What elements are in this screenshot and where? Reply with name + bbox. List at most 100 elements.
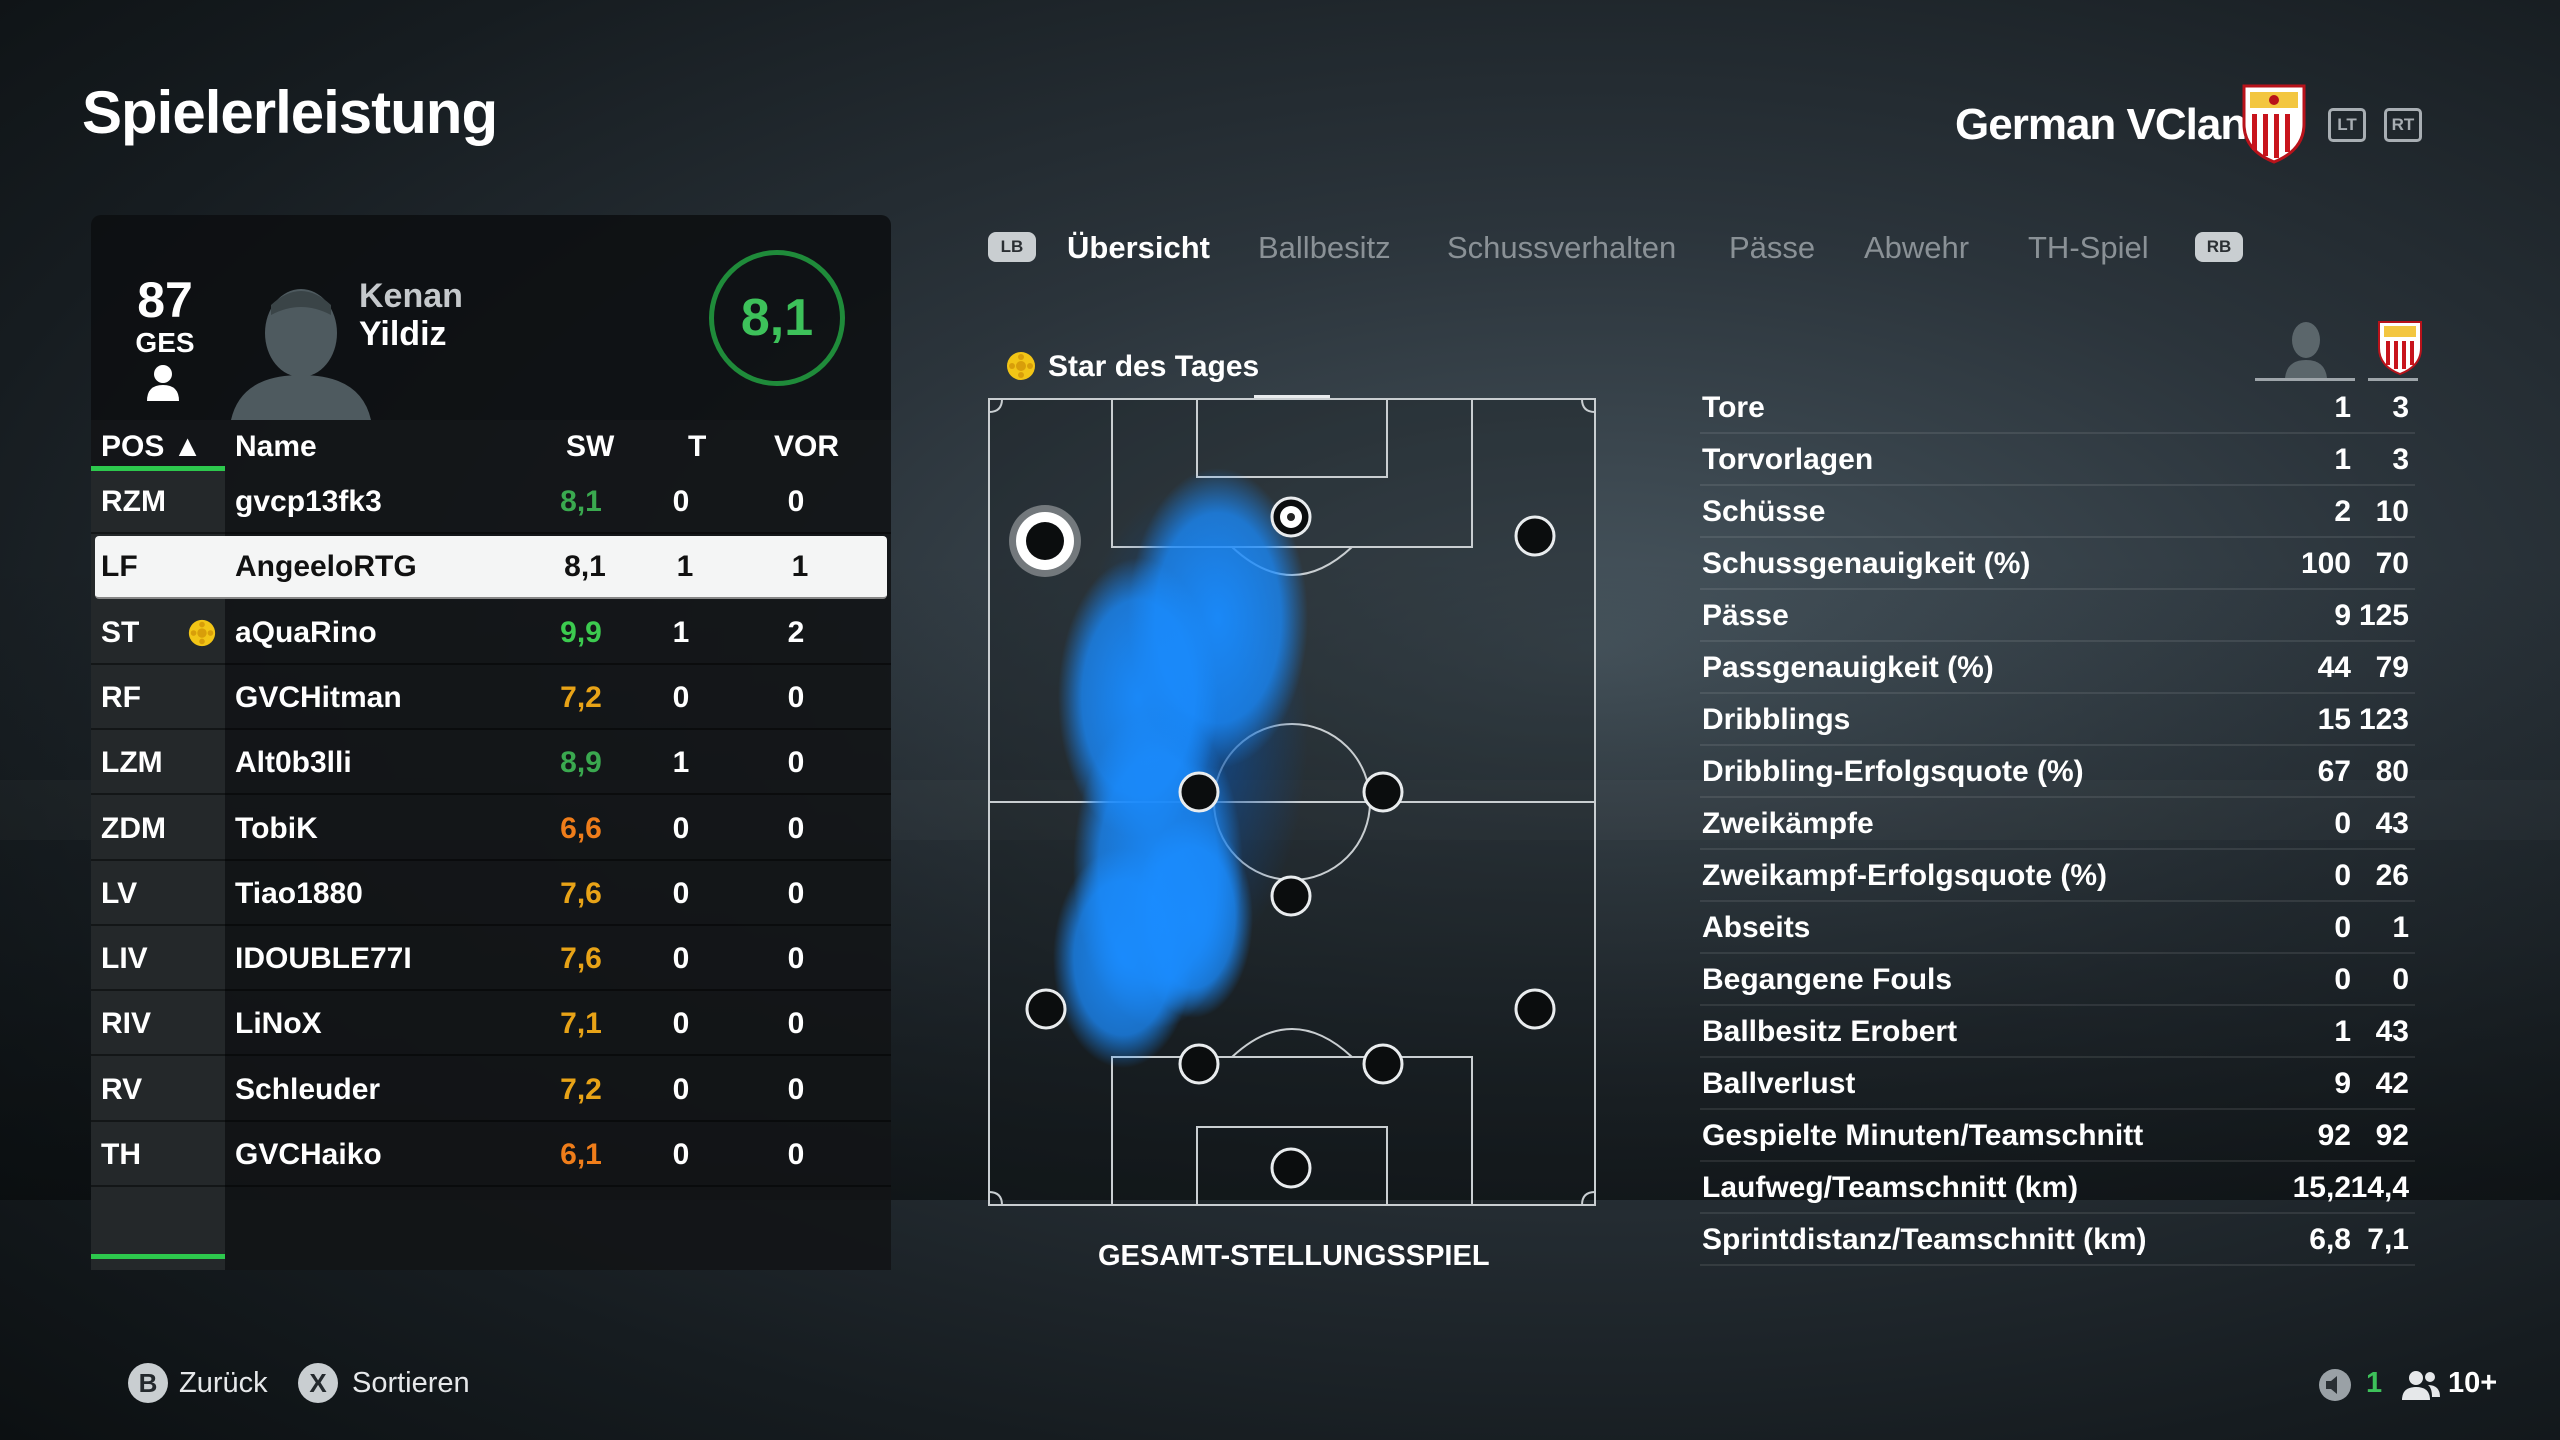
row-goals: 0 — [672, 876, 690, 910]
row-goals: 0 — [672, 1007, 690, 1041]
row-player-name: IDOUBLE77I — [235, 942, 412, 976]
row-position: RV — [101, 1072, 143, 1106]
positioning-heatmap-pitch — [988, 398, 1596, 1206]
speaker-muted-icon — [2319, 1369, 2351, 1401]
sort-label[interactable]: Sortieren — [352, 1367, 470, 1400]
header-t[interactable]: T — [688, 430, 706, 464]
row-assists: 0 — [787, 811, 805, 845]
header-vor[interactable]: VOR — [774, 430, 839, 464]
stat-team-value: 43 — [2375, 1015, 2409, 1048]
table-row[interactable]: RV Schleuder 7,2 0 0 — [91, 1059, 891, 1122]
row-assists: 0 — [787, 876, 805, 910]
row-position: RF — [101, 680, 141, 714]
stat-team-value: 1 — [2392, 911, 2409, 944]
lt-button[interactable]: LT — [2328, 108, 2366, 142]
row-rating: 6,6 — [560, 811, 602, 845]
row-position: RZM — [101, 485, 166, 518]
row-player-name: Schleuder — [235, 1072, 381, 1106]
stat-team-value: 0 — [2392, 963, 2409, 996]
player-table: POS ▲ Name SW T VOR RZM gvcp13fk3 8,1 0 0 LF A… — [91, 420, 891, 1270]
stat-label: Tore — [1702, 391, 1765, 424]
table-row[interactable]: LF AngeeloRTG 8,1 1 1 — [95, 536, 887, 600]
party-icon — [2402, 1371, 2440, 1400]
table-row[interactable]: LV Tiao1880 7,6 0 0 — [91, 863, 891, 926]
row-player-name: TobiK — [235, 811, 318, 845]
row-rating: 8,9 — [560, 746, 602, 780]
row-goals: 0 — [672, 942, 690, 976]
back-label[interactable]: Zurück — [179, 1367, 268, 1400]
table-bottom-indicator — [91, 1254, 225, 1259]
player-avatar — [231, 289, 371, 420]
tab-uebersicht[interactable]: Übersicht — [1067, 230, 1210, 266]
header-name[interactable]: Name — [235, 430, 317, 464]
stat-team-value: 26 — [2375, 859, 2409, 892]
stat-player-value: 0 — [2334, 963, 2351, 996]
tab-abwehr[interactable]: Abwehr — [1864, 230, 1969, 266]
player-column-icon — [2285, 322, 2327, 378]
stat-label: Dribblings — [1702, 703, 1851, 736]
stat-player-value: 1 — [2334, 1015, 2351, 1048]
stat-label: Ballverlust — [1702, 1067, 1856, 1100]
tab-schussverhalten[interactable]: Schussverhalten — [1447, 230, 1676, 266]
row-position: LF — [101, 550, 138, 584]
stat-row: Passgenauigkeit (%) 44 79 — [1700, 642, 2415, 694]
header-pos[interactable]: POS ▲ — [101, 430, 202, 464]
stat-row: Torvorlagen 1 3 — [1700, 434, 2415, 486]
table-row[interactable]: LIV IDOUBLE77I 7,6 0 0 — [91, 928, 891, 992]
header-sw[interactable]: SW — [566, 430, 614, 464]
lb-button[interactable]: LB — [988, 232, 1036, 262]
stat-team-value: 92 — [2375, 1119, 2409, 1152]
table-row[interactable]: TH GVCHaiko 6,1 0 0 — [91, 1124, 891, 1187]
row-player-name: GVCHaiko — [235, 1138, 382, 1171]
row-assists: 2 — [787, 615, 805, 649]
stat-row: Laufweg/Teamschnitt (km) 15,2 14,4 — [1700, 1162, 2415, 1214]
table-row[interactable]: RF GVCHitman 7,2 0 0 — [91, 667, 891, 730]
row-rating: 7,2 — [560, 680, 602, 714]
rb-button[interactable]: RB — [2195, 232, 2243, 262]
stat-player-value: 0 — [2334, 807, 2351, 840]
row-rating: 6,1 — [560, 1138, 602, 1171]
row-position: LV — [101, 876, 138, 910]
pitch-title: Star des Tages — [1048, 350, 1260, 383]
table-row[interactable]: RZM gvcp13fk3 8,1 0 0 — [91, 471, 891, 534]
row-goals: 0 — [672, 485, 690, 518]
stat-label: Torvorlagen — [1702, 443, 1874, 476]
row-rating: 7,6 — [560, 942, 602, 976]
back-button[interactable]: B — [128, 1363, 168, 1403]
stat-label: Passgenauigkeit (%) — [1702, 651, 1994, 684]
stat-team-value: 79 — [2375, 651, 2409, 684]
table-row[interactable]: ZDM TobiK 6,6 0 0 — [91, 798, 891, 861]
table-row[interactable]: LZM Alt0b3lli 8,9 1 0 — [91, 732, 891, 796]
row-rating: 7,6 — [560, 876, 602, 910]
row-assists: 0 — [787, 485, 805, 518]
table-row[interactable]: RIV LiNoX 7,1 0 0 — [91, 993, 891, 1057]
table-row[interactable]: ST aQuaRino 9,9 1 2 — [91, 602, 891, 665]
stat-label: Pässe — [1702, 599, 1789, 632]
tab-ballbesitz[interactable]: Ballbesitz — [1258, 230, 1391, 266]
player-match-score: 8,1 — [709, 250, 845, 386]
sort-button[interactable]: X — [298, 1363, 338, 1403]
stat-row: Schüsse 2 10 — [1700, 486, 2415, 538]
stat-team-value: 42 — [2375, 1067, 2409, 1100]
tab-paesse[interactable]: Pässe — [1729, 230, 1815, 266]
pitch-caption: GESAMT-STELLUNGSSPIEL — [1098, 1240, 1490, 1272]
stat-player-value: 15 — [2317, 703, 2351, 736]
player-overall-label: GES — [135, 327, 195, 358]
star-of-the-day-icon — [188, 619, 216, 646]
row-rating: 7,2 — [560, 1072, 602, 1106]
tab-th-spiel[interactable]: TH-Spiel — [2028, 230, 2149, 266]
rt-button[interactable]: RT — [2384, 108, 2422, 142]
row-player-name: AngeeloRTG — [235, 550, 417, 584]
stat-label: Laufweg/Teamschnitt (km) — [1702, 1171, 2079, 1204]
stat-label: Sprintdistanz/Teamschnitt (km) — [1702, 1223, 2147, 1256]
row-assists: 0 — [787, 942, 805, 976]
row-position: LIV — [101, 942, 148, 976]
stat-label: Abseits — [1702, 911, 1811, 944]
stat-label: Gespielte Minuten/Teamschnitt — [1702, 1119, 2144, 1152]
row-assists: 0 — [787, 680, 805, 714]
mic-count: 1 — [2366, 1367, 2383, 1399]
row-player-name: aQuaRino — [235, 615, 377, 649]
stat-row: Gespielte Minuten/Teamschnitt 92 92 — [1700, 1110, 2415, 1162]
stat-team-value: 10 — [2375, 495, 2409, 528]
player-column-line — [2255, 378, 2355, 381]
